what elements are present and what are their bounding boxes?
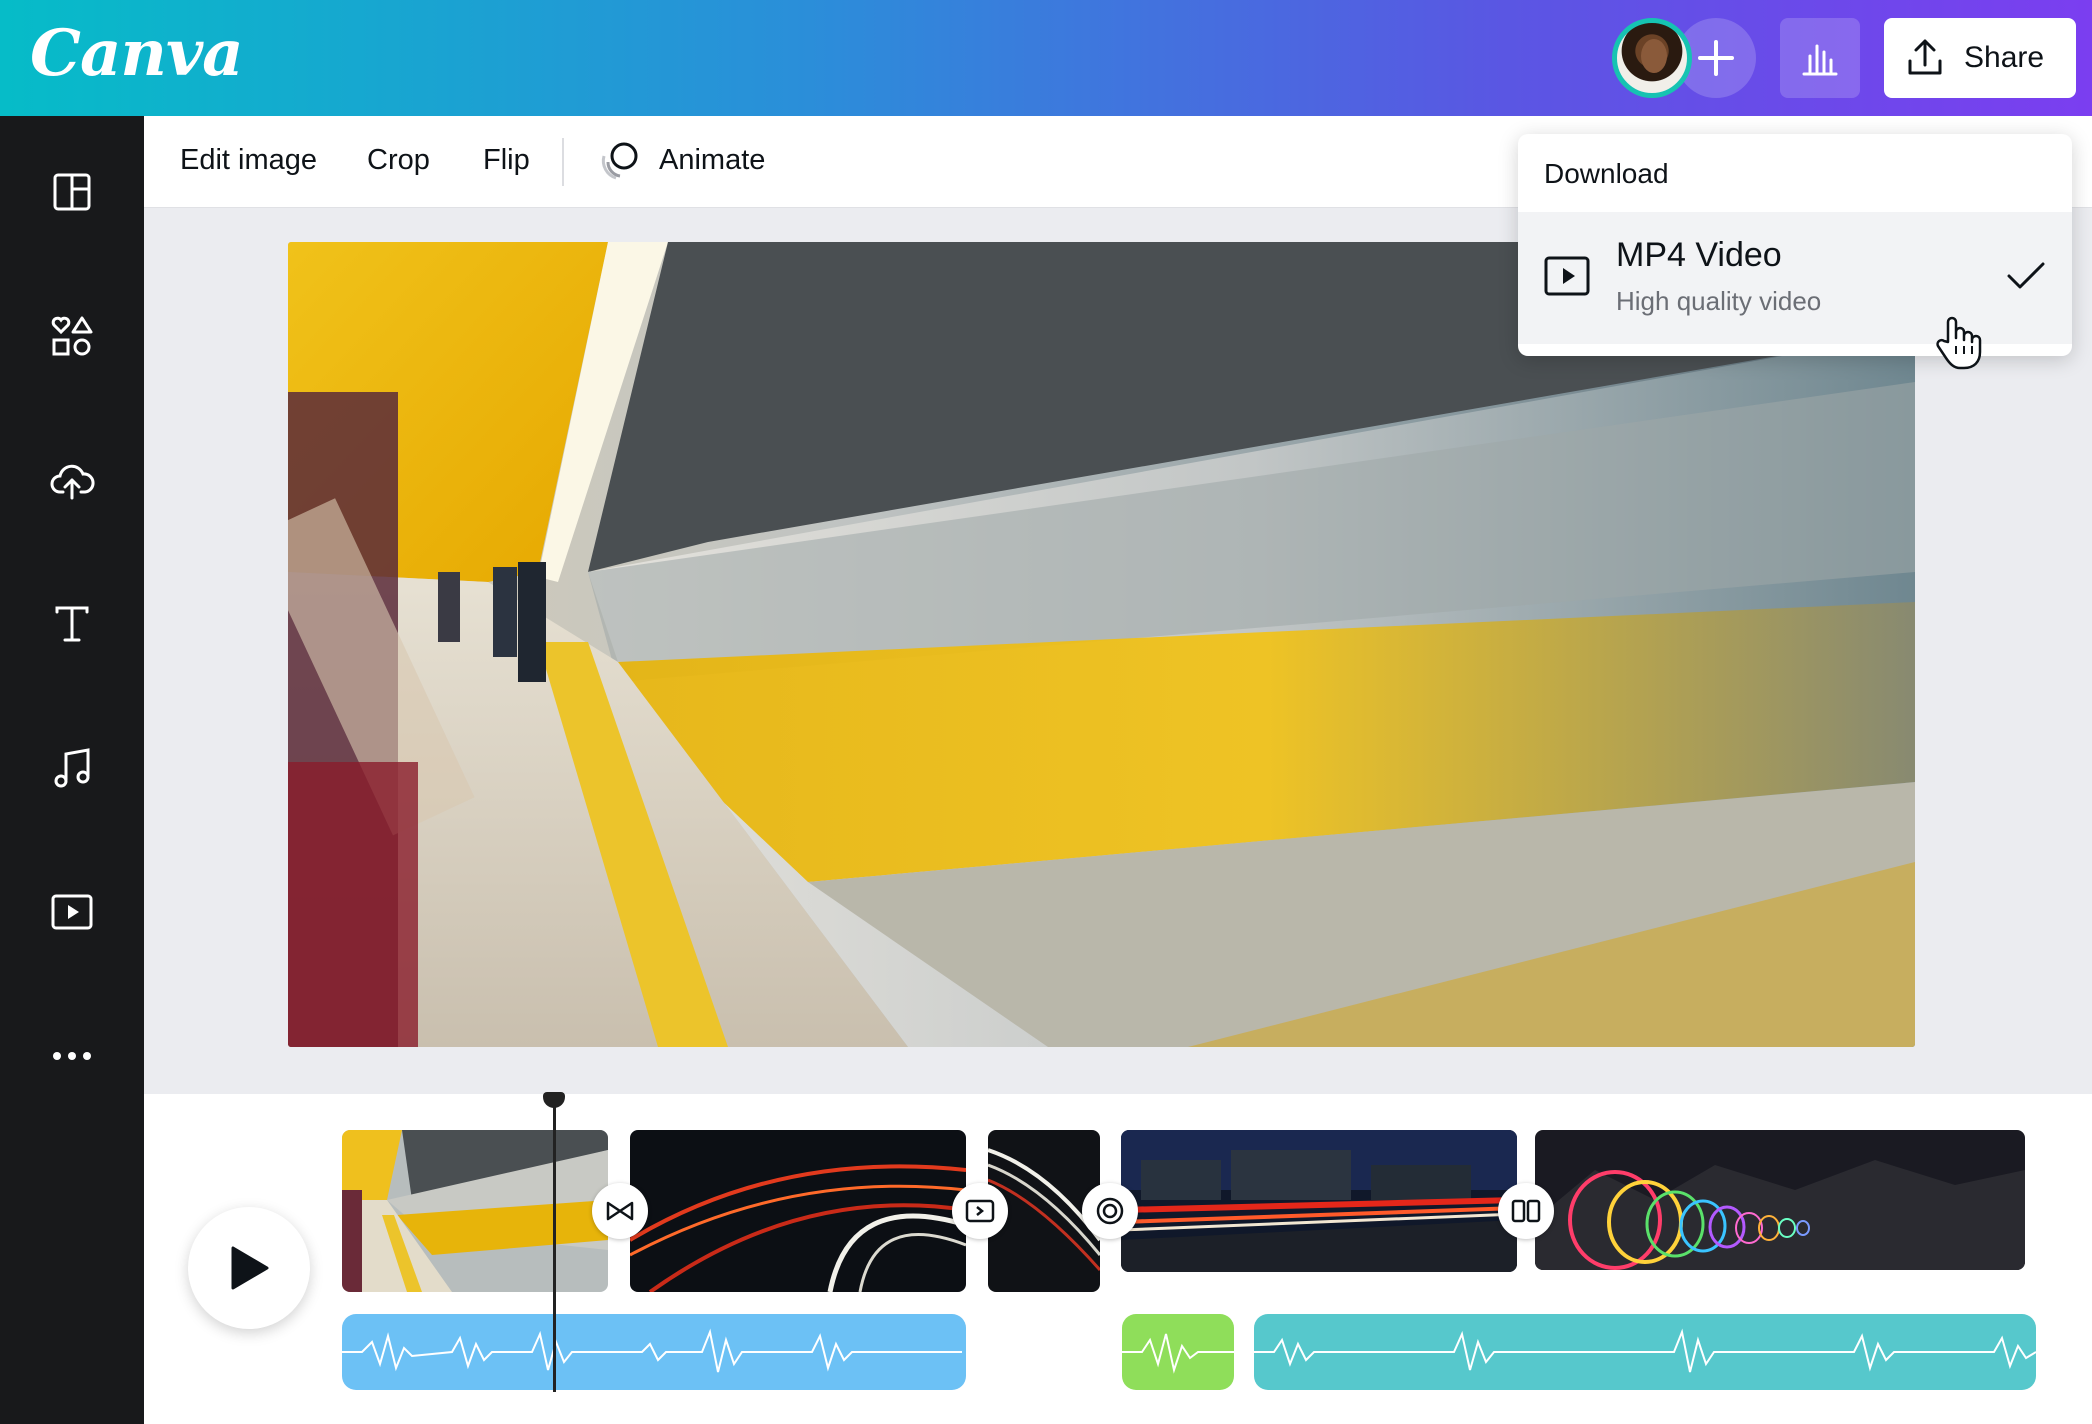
upload-cloud-icon[interactable]	[46, 454, 98, 506]
animate-button[interactable]: Animate	[659, 144, 765, 177]
plus-icon	[1696, 38, 1736, 78]
flip-button[interactable]: Flip	[483, 144, 530, 177]
play-icon	[227, 1244, 271, 1292]
toolbar-divider	[562, 138, 564, 186]
split-transition-icon	[1511, 1199, 1541, 1223]
video-file-icon	[1544, 256, 1590, 296]
timeline-clip-4[interactable]	[1121, 1130, 1517, 1272]
bar-chart-icon	[1800, 38, 1840, 78]
canva-logo[interactable]: Canva	[30, 16, 243, 91]
city-street-thumbnail	[1121, 1130, 1517, 1272]
waveform	[1122, 1314, 1234, 1390]
bowtie-transition-icon	[605, 1200, 635, 1222]
transition-4[interactable]	[1498, 1183, 1554, 1239]
crop-button[interactable]: Crop	[367, 144, 430, 177]
timeline-clip-1[interactable]	[342, 1130, 608, 1292]
canva-editor: Canva Share	[0, 0, 2092, 1424]
share-button[interactable]: Share	[1884, 18, 2076, 98]
checkmark-icon	[2006, 260, 2046, 292]
audio-track-2[interactable]	[1122, 1314, 1234, 1390]
text-icon[interactable]	[46, 598, 98, 650]
audio-track-1[interactable]	[342, 1314, 966, 1390]
timeline-clip-2[interactable]	[630, 1130, 966, 1292]
edit-image-button[interactable]: Edit image	[180, 144, 317, 177]
play-button[interactable]	[188, 1207, 310, 1329]
light-rings-thumbnail	[1535, 1130, 2025, 1270]
transition-3[interactable]	[1082, 1183, 1138, 1239]
video-icon[interactable]	[46, 886, 98, 938]
elements-icon[interactable]	[46, 310, 98, 362]
mp4-video-option[interactable]: MP4 Video High quality video	[1518, 212, 2072, 344]
music-icon[interactable]	[46, 742, 98, 794]
download-dropdown: Download MP4 Video High quality video	[1518, 134, 2072, 356]
playhead[interactable]	[553, 1096, 556, 1392]
transition-1[interactable]	[592, 1183, 648, 1239]
upload-share-icon	[1904, 37, 1946, 79]
waveform	[1254, 1314, 2036, 1390]
option-label: MP4 Video	[1616, 236, 1782, 275]
user-avatar[interactable]	[1612, 18, 1692, 98]
animate-icon	[600, 140, 642, 182]
slide-transition-icon	[965, 1199, 995, 1223]
option-description: High quality video	[1616, 286, 1821, 317]
insights-button[interactable]	[1780, 18, 1860, 98]
timeline-clip-5[interactable]	[1535, 1130, 2025, 1270]
dropdown-title: Download	[1544, 158, 1669, 190]
transition-2[interactable]	[952, 1183, 1008, 1239]
canvas-image-subway-train[interactable]	[288, 242, 1915, 1047]
top-header: Canva Share	[0, 0, 2092, 116]
hand-cursor-icon	[1934, 316, 1984, 370]
waveform	[342, 1314, 966, 1390]
light-trails-thumbnail	[630, 1130, 966, 1292]
left-sidebar	[0, 116, 144, 1424]
circle-transition-icon	[1095, 1196, 1125, 1226]
share-label: Share	[1964, 41, 2044, 75]
subway-train-thumbnail	[342, 1130, 608, 1292]
more-icon[interactable]	[46, 1030, 98, 1082]
audio-track-3[interactable]	[1254, 1314, 2036, 1390]
layout-icon[interactable]	[46, 166, 98, 218]
